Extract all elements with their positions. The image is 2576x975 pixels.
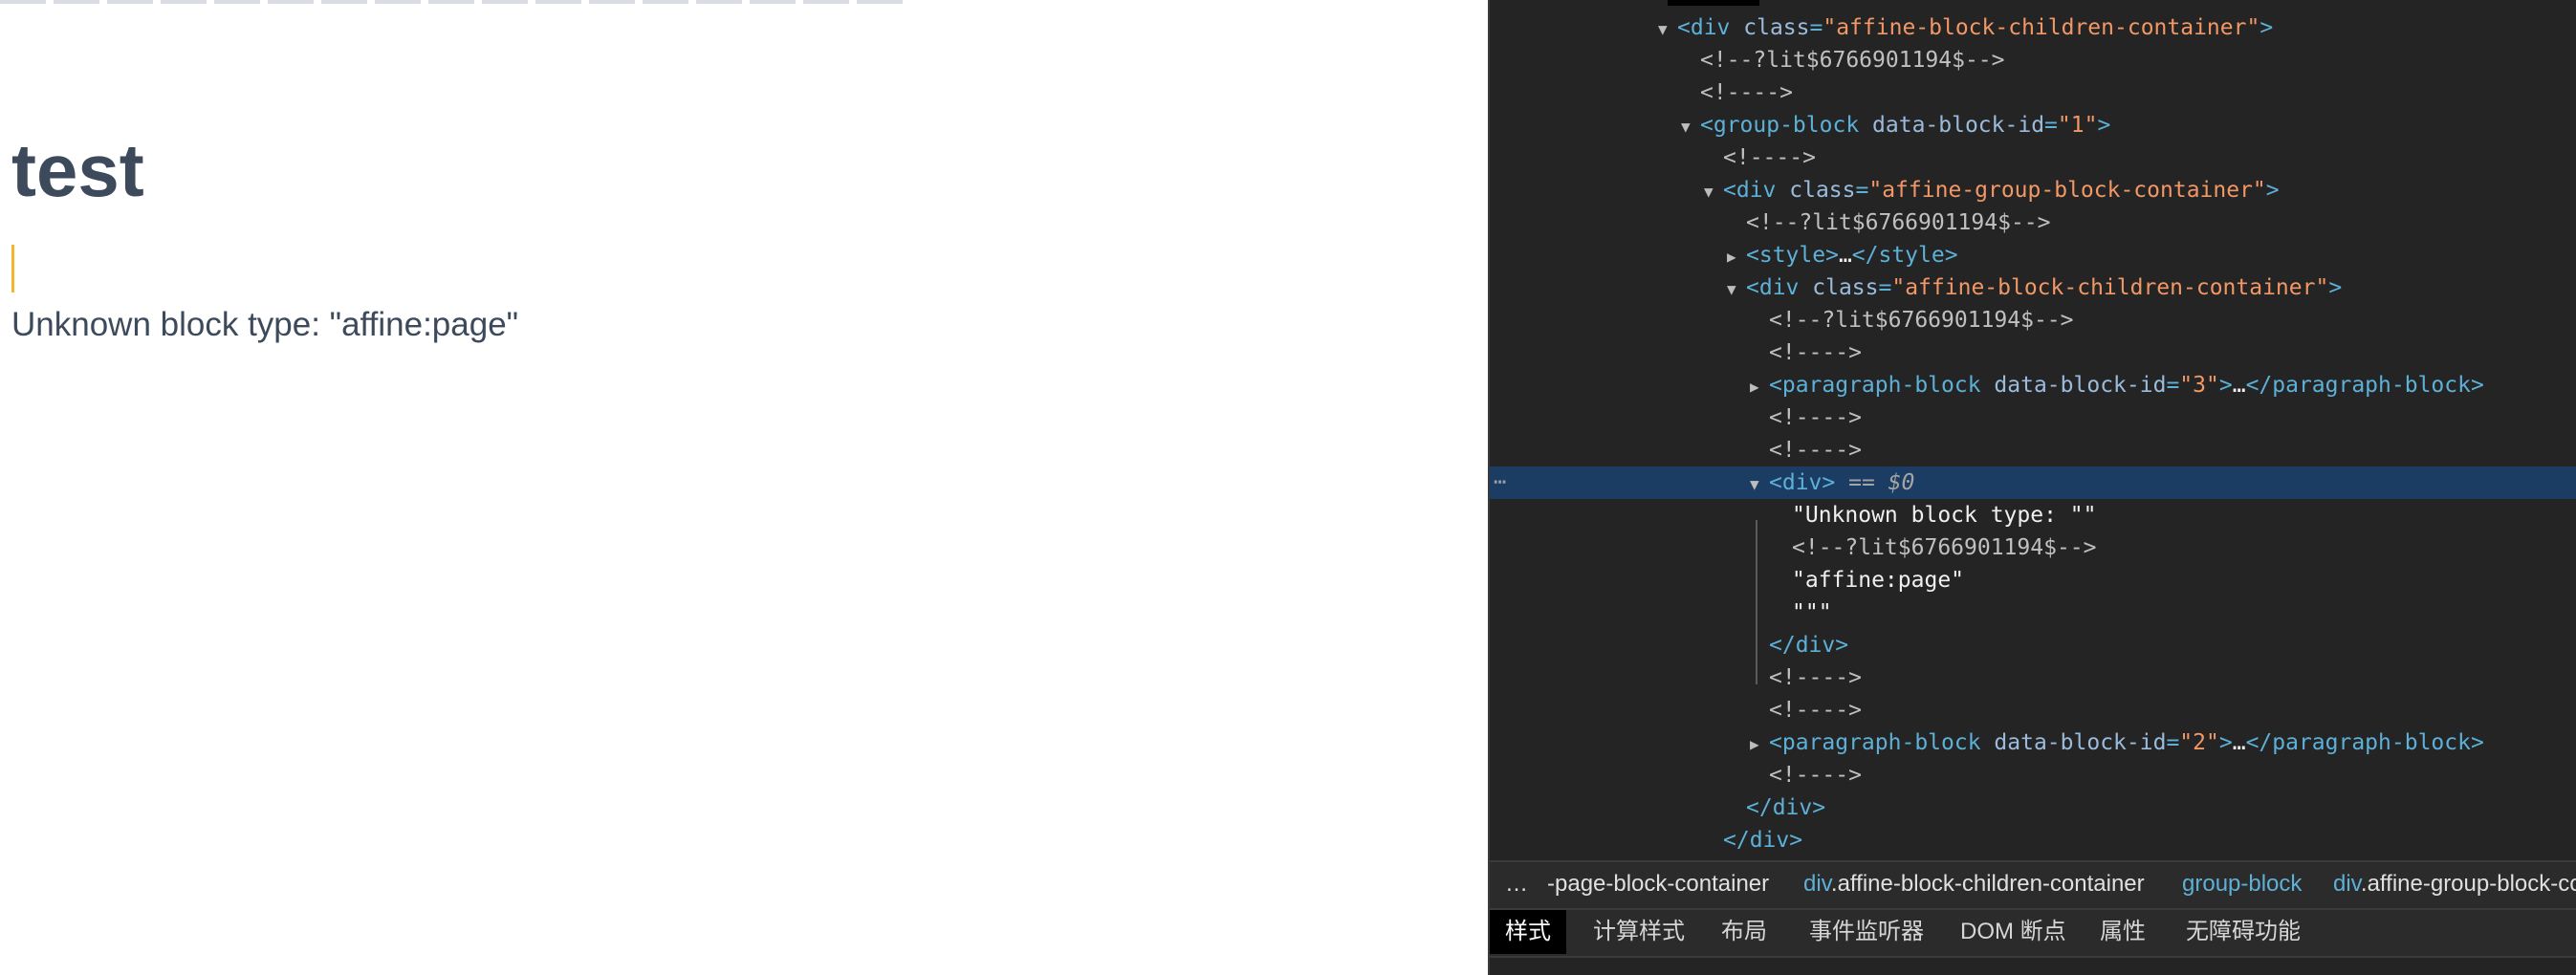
tree-row[interactable]: </div> bbox=[1490, 629, 2576, 661]
breadcrumb-item[interactable]: div.affine-block-children-container bbox=[1803, 862, 2145, 906]
breadcrumb-item[interactable]: -page-block-container bbox=[1547, 862, 1769, 906]
collapsed-triangle-icon[interactable]: ▶ bbox=[1727, 241, 1746, 273]
tree-row[interactable]: <!----> bbox=[1490, 759, 2576, 791]
breadcrumb-more-button[interactable]: … bbox=[1505, 862, 1528, 906]
devtools-panel: ▼ <div class="affine-block-children-conta… bbox=[1488, 0, 2576, 975]
page-title[interactable]: test bbox=[11, 122, 144, 218]
tab-dom-breakpoints[interactable]: DOM 断点 bbox=[1960, 910, 2066, 954]
tree-row[interactable]: ▼ <group-block data-block-id="1"> bbox=[1490, 109, 2576, 141]
tab-event-listeners[interactable]: 事件监听器 bbox=[1809, 910, 1924, 954]
tab-properties[interactable]: 属性 bbox=[2100, 910, 2146, 954]
editor-page: test Unknown block type: "affine:page" bbox=[0, 0, 1488, 975]
expanded-triangle-icon[interactable]: ▼ bbox=[1750, 468, 1769, 501]
tree-row[interactable]: <!--?lit$6766901194$--> bbox=[1490, 304, 2576, 336]
breadcrumb-item[interactable]: group-block bbox=[2182, 862, 2302, 906]
unknown-block-message[interactable]: Unknown block type: "affine:page" bbox=[11, 304, 518, 346]
tree-row[interactable]: <!--?lit$6766901194$--> bbox=[1490, 206, 2576, 239]
tree-row[interactable]: ▼ <div class="affine-group-block-containe… bbox=[1490, 174, 2576, 206]
styles-pane-edge bbox=[1490, 956, 2576, 975]
elements-tree[interactable]: ▼ <div class="affine-block-children-conta… bbox=[1490, 11, 2576, 858]
text-caret bbox=[11, 245, 14, 292]
expanded-triangle-icon[interactable]: ▼ bbox=[1658, 13, 1677, 46]
tab-styles[interactable]: 样式 bbox=[1490, 910, 1566, 954]
tree-row[interactable]: ▶ <paragraph-block data-block-id="3">…</p… bbox=[1490, 369, 2576, 401]
tree-row[interactable]: <!----> bbox=[1490, 661, 2576, 694]
tree-row[interactable]: ▼ <div class="affine-block-children-conta… bbox=[1490, 11, 2576, 44]
tree-row-selected[interactable]: ⋯ ▼ <div> == $0 bbox=[1490, 466, 2576, 499]
expanded-triangle-icon[interactable]: ▼ bbox=[1704, 176, 1723, 208]
selected-node-marker: == $0 bbox=[1848, 470, 1915, 495]
tree-row[interactable]: <!----> bbox=[1490, 336, 2576, 369]
expanded-triangle-icon[interactable]: ▼ bbox=[1681, 111, 1700, 143]
breadcrumb-item[interactable]: div.affine-group-block-container bbox=[2333, 862, 2576, 906]
tree-row[interactable]: ▶ <style>…</style> bbox=[1490, 239, 2576, 271]
tree-row[interactable]: ▶ <paragraph-block data-block-id="2">…</p… bbox=[1490, 726, 2576, 759]
tab-layout[interactable]: 布局 bbox=[1721, 910, 1767, 954]
toolbar-strip bbox=[0, 0, 937, 4]
tree-row[interactable]: "affine:page" bbox=[1490, 564, 2576, 596]
devtools-subtabs: 样式 计算样式 布局 事件监听器 DOM 断点 属性 无障碍功能 bbox=[1490, 908, 2576, 956]
tree-row[interactable]: ▼ <div class="affine-block-children-conta… bbox=[1490, 271, 2576, 304]
tree-row[interactable]: <!----> bbox=[1490, 141, 2576, 174]
tab-accessibility[interactable]: 无障碍功能 bbox=[2186, 910, 2301, 954]
tree-row[interactable]: </div> bbox=[1490, 824, 2576, 856]
devtools-top-marker bbox=[1668, 0, 1759, 6]
tree-row[interactable]: <!--?lit$6766901194$--> bbox=[1490, 44, 2576, 76]
tree-row[interactable]: <!----> bbox=[1490, 434, 2576, 466]
tree-row[interactable]: <!----> bbox=[1490, 694, 2576, 726]
tree-row[interactable]: """ bbox=[1490, 596, 2576, 629]
collapsed-triangle-icon[interactable]: ▶ bbox=[1750, 371, 1769, 403]
collapsed-triangle-icon[interactable]: ▶ bbox=[1750, 728, 1769, 761]
expanded-triangle-icon[interactable]: ▼ bbox=[1727, 273, 1746, 306]
tree-row[interactable]: "Unknown block type: "" bbox=[1490, 499, 2576, 531]
tree-row[interactable]: <!----> bbox=[1490, 76, 2576, 109]
more-options-icon[interactable]: ⋯ bbox=[1494, 466, 1506, 499]
tree-row[interactable]: </div> bbox=[1490, 791, 2576, 824]
breadcrumb: … -page-block-container div.affine-block… bbox=[1490, 860, 2576, 908]
tab-computed[interactable]: 计算样式 bbox=[1593, 910, 1685, 954]
tree-row[interactable]: <!--?lit$6766901194$--> bbox=[1490, 531, 2576, 564]
tree-row[interactable]: <!----> bbox=[1490, 401, 2576, 434]
